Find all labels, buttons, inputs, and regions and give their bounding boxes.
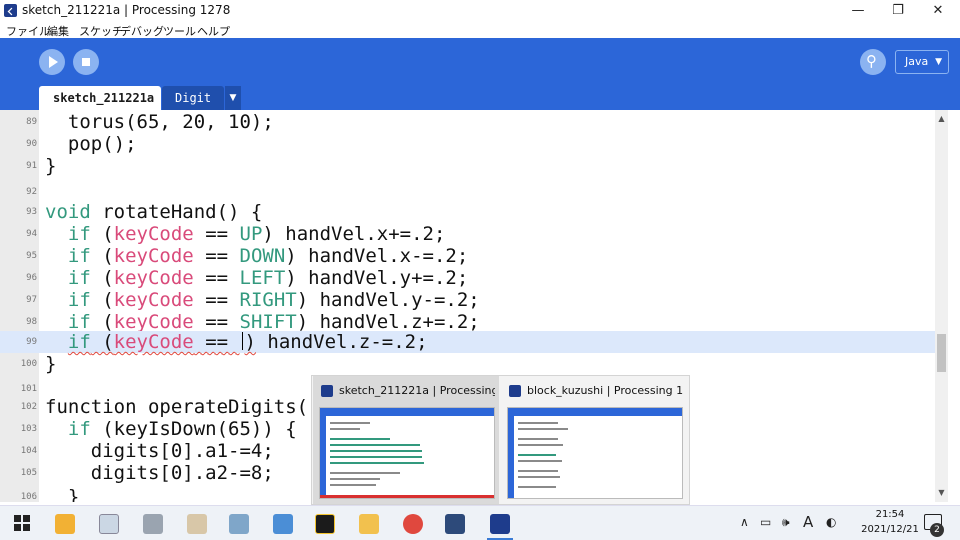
mode-label: Java	[905, 55, 929, 68]
volume-icon[interactable]: 🕪	[782, 515, 790, 530]
code-text: digits[0].a2-=8;	[45, 462, 274, 484]
code-text: function operateDigits() {	[45, 396, 343, 418]
bz-editor-icon[interactable]	[315, 514, 335, 534]
debug-button[interactable]: ⚲	[860, 49, 886, 75]
taskbar-thumbnail-preview: sketch_211221a | Processing 12... block_…	[311, 375, 690, 505]
tab-menu-button[interactable]: ▼	[224, 86, 241, 110]
window-thumbnail-block-kuzushi[interactable]: block_kuzushi | Processing 1278	[501, 376, 687, 504]
thumbnail-title: block_kuzushi | Processing 1278	[527, 384, 683, 397]
close-button[interactable]: ✕	[918, 0, 958, 22]
tab-sketch[interactable]: sketch_211221a	[39, 86, 161, 110]
taskbar: ∧ ▭ 🕪 A ◐ 21:54 2021/12/21 2	[0, 505, 960, 540]
restore-button[interactable]: ❐	[878, 0, 918, 22]
windows-start-icon[interactable]	[13, 514, 33, 534]
processing-icon[interactable]	[445, 514, 465, 534]
snipping-tool-icon[interactable]	[273, 514, 293, 534]
code-line: 89 torus(65, 20, 10);	[26, 111, 274, 133]
app-icon[interactable]	[229, 514, 249, 534]
menu-sketch[interactable]: スケッチ	[79, 23, 123, 39]
code-line: 100 }	[20, 353, 57, 375]
scroll-up-icon[interactable]: ▲	[935, 112, 948, 126]
code-text: void rotateHand() {	[45, 201, 263, 223]
code-line: 94 if (keyCode == UP) handVel.x+=.2;	[26, 223, 446, 245]
thumbnail-image	[507, 407, 683, 499]
code-line: 93 void rotateHand() {	[26, 201, 263, 223]
run-button[interactable]	[39, 49, 65, 75]
processing-app-icon	[4, 4, 17, 17]
code-line: 98 if (keyCode == SHIFT) handVel.z+=.2;	[26, 311, 480, 333]
code-text: if (keyIsDown(65)) {	[67, 418, 297, 440]
window-title: sketch_211221a | Processing 1278	[22, 3, 231, 17]
code-line: 91 }	[26, 155, 57, 177]
editor-scrollbar[interactable]: ▲ ▼	[935, 110, 948, 502]
stop-button[interactable]	[73, 49, 99, 75]
chevron-down-icon: ▼	[935, 57, 942, 67]
code-text: pop();	[45, 133, 137, 155]
minimize-button[interactable]: —	[838, 0, 878, 22]
scroll-down-icon[interactable]: ▼	[935, 486, 948, 500]
code-text: }	[45, 486, 80, 502]
menu-file[interactable]: ファイル	[6, 23, 50, 39]
clock-date[interactable]: 2021/12/21	[858, 524, 922, 535]
menu-tools[interactable]: ツール	[163, 23, 196, 39]
code-text: if (keyCode == SHIFT) handVel.z+=.2;	[67, 311, 480, 333]
calculator-icon[interactable]	[143, 514, 163, 534]
network-icon[interactable]: ▭	[760, 515, 771, 529]
menu-bar: ファイル 編集 スケッチ デバッグ ツール ヘルプ	[0, 22, 960, 38]
code-text: if (keyCode == LEFT) handVel.y+=.2;	[67, 267, 469, 289]
file-explorer-icon[interactable]	[55, 514, 75, 534]
tab-digit[interactable]: Digit	[162, 86, 224, 110]
code-text: if (keyCode == ) handVel.z-=.2;	[67, 331, 428, 353]
paint-icon[interactable]	[187, 514, 207, 534]
clock-time[interactable]: 21:54	[866, 509, 914, 520]
code-text: }	[45, 155, 57, 177]
tray-expand-icon[interactable]: ∧	[740, 515, 749, 529]
night-mode-icon[interactable]: ◐	[826, 515, 836, 529]
title-bar: sketch_211221a | Processing 1278 — ❐ ✕	[0, 0, 960, 22]
ime-indicator[interactable]: A	[803, 513, 813, 531]
debug-icon: ⚲	[866, 52, 877, 70]
chrome-icon[interactable]	[403, 514, 423, 534]
processing-app-icon	[321, 385, 333, 397]
notification-badge: 2	[930, 523, 944, 537]
text-cursor	[241, 332, 243, 350]
menu-debug[interactable]: デバッグ	[120, 23, 164, 39]
code-text: if (keyCode == UP) handVel.x+=.2;	[67, 223, 446, 245]
thumbnail-image	[319, 407, 495, 499]
code-text: if (keyCode == RIGHT) handVel.y-=.2;	[67, 289, 480, 311]
code-line: 96 if (keyCode == LEFT) handVel.y+=.2;	[26, 267, 469, 289]
code-text: torus(65, 20, 10);	[45, 111, 274, 133]
window-thumbnail-sketch[interactable]: sketch_211221a | Processing 12...	[313, 376, 499, 504]
code-line: 92	[26, 187, 37, 197]
code-line: 97 if (keyCode == RIGHT) handVel.y-=.2;	[26, 289, 480, 311]
thumbnail-title: sketch_211221a | Processing 12...	[339, 384, 495, 397]
code-line: 95 if (keyCode == DOWN) handVel.x-=.2;	[26, 245, 469, 267]
code-text: }	[45, 353, 57, 375]
processing-active-icon[interactable]	[490, 514, 510, 534]
folder-app-icon[interactable]	[359, 514, 379, 534]
current-code-line: 99 if (keyCode == ) handVel.z-=.2;	[0, 331, 935, 353]
scrollbar-thumb[interactable]	[937, 334, 946, 372]
processing-app-icon	[509, 385, 521, 397]
code-line: 90 pop();	[26, 133, 137, 155]
menu-edit[interactable]: 編集	[47, 23, 69, 39]
menu-help[interactable]: ヘルプ	[197, 23, 230, 39]
mode-selector[interactable]: Java ▼	[895, 50, 949, 74]
code-text: if (keyCode == DOWN) handVel.x-=.2;	[67, 245, 469, 267]
code-text: digits[0].a1-=4;	[45, 440, 274, 462]
notepad-icon[interactable]	[99, 514, 119, 534]
